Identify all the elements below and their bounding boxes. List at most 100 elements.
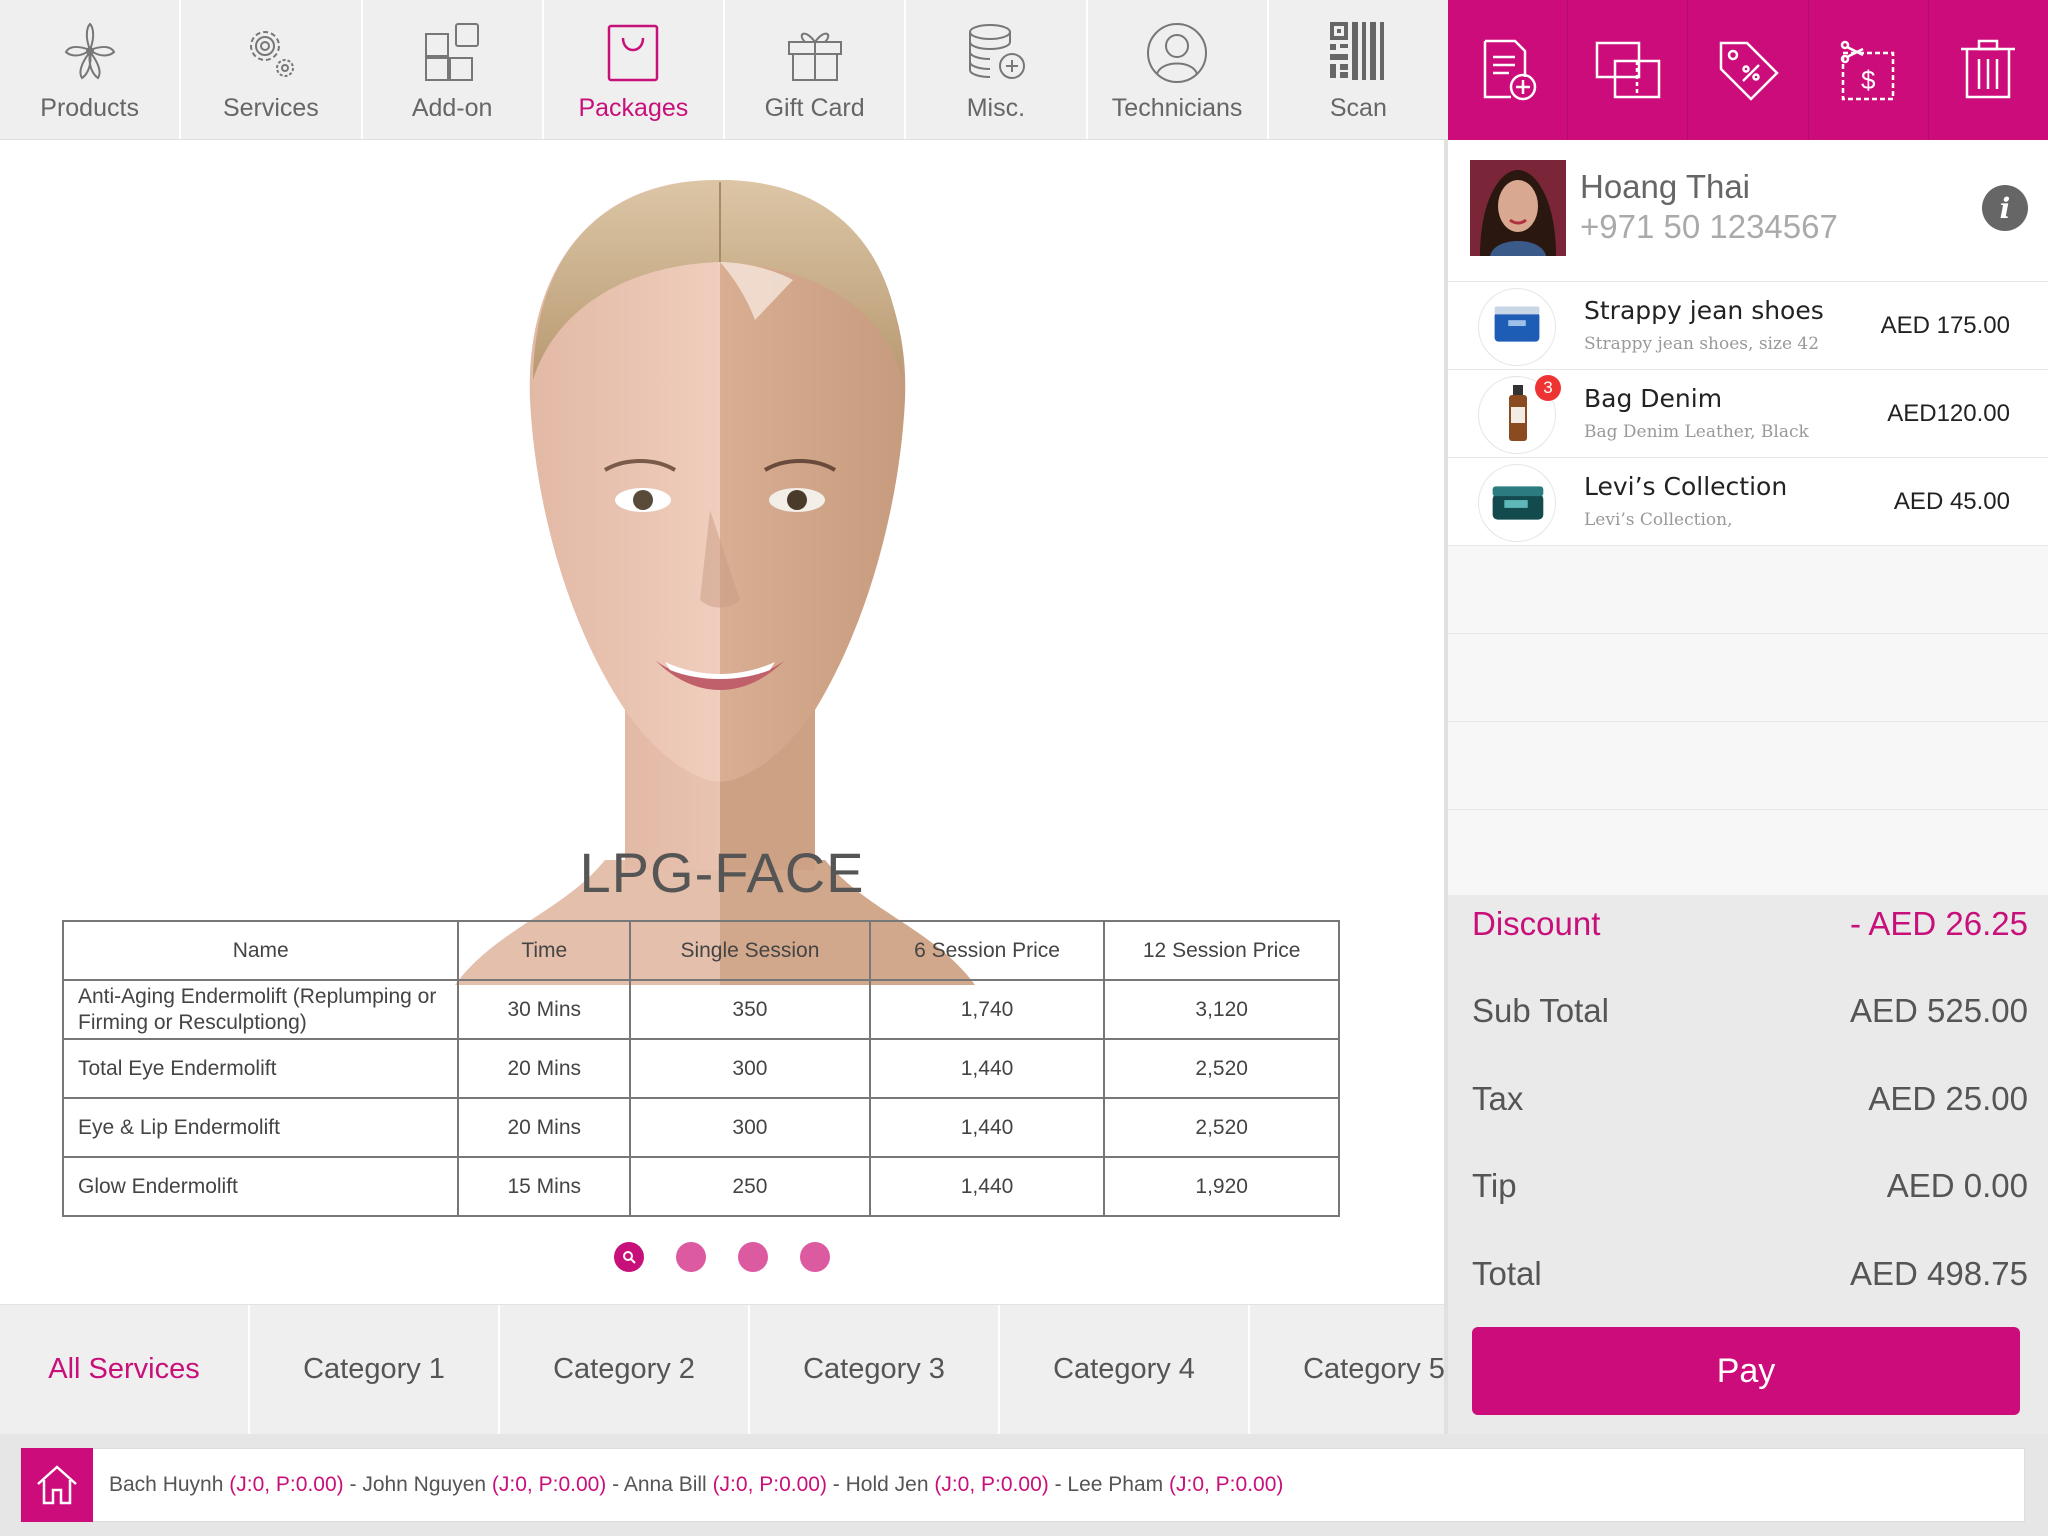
separator: - [612,1473,624,1496]
discount-label: Discount [1472,905,1601,942]
trash-button[interactable] [1929,0,2048,140]
cart-line-item[interactable]: 3 Bag Denim Bag Denim Leather, Black AED… [1448,370,2048,458]
technician-stat: (J:0, P:0.00) [491,1473,607,1496]
gift-icon [787,32,842,81]
nav-gift-card[interactable]: Gift Card [725,0,907,139]
subtotal-label: Sub Total [1472,992,1609,1029]
trash-icon [1961,39,2016,99]
pos-app: Products Services Add-on Packages Gift C… [0,0,2048,1536]
top-nav: Products Services Add-on Packages Gift C… [0,0,1448,140]
nav-add-on[interactable]: Add-on [363,0,544,139]
item-name: Levi’s Collection [1584,472,1788,501]
nav-misc[interactable]: Misc. [906,0,1088,139]
category-all-services[interactable]: All Services [0,1305,250,1434]
table-row: Glow Endermolift 15 Mins 250 1,440 1,920 [61,1156,1340,1217]
qr-icon [1330,22,1385,80]
product-thumbnail [1478,288,1556,366]
add-note-button[interactable] [1448,0,1569,140]
info-icon: i [1999,191,2011,225]
svg-text:$: $ [1861,65,1876,95]
tip-label: Tip [1472,1167,1517,1204]
nav-scan[interactable]: Scan [1269,0,1448,139]
discount-button[interactable] [1688,0,1809,140]
table-cell: 3,120 [1103,979,1340,1040]
page-dot-zoom[interactable] [614,1242,644,1272]
nav-label: Scan [1329,94,1387,122]
technician-name[interactable]: Bach Huynh [109,1473,223,1496]
quantity-badge: 3 [1535,375,1561,401]
info-button[interactable]: i [1982,185,2028,231]
home-icon [37,1465,77,1505]
nav-packages[interactable]: Packages [544,0,725,139]
package-price-table: Name Time Single Session 6 Session Price… [61,920,1340,1217]
cart-line-item[interactable]: Strappy jean shoes Strappy jean shoes, s… [1448,282,2048,370]
coupon-icon: $ [1840,40,1895,101]
technician-stat: (J:0, P:0.00) [934,1473,1049,1496]
table-cell: 300 [629,1038,871,1099]
category-5[interactable]: Category 5 [1250,1305,1444,1434]
nav-technicians[interactable]: Technicians [1088,0,1269,139]
table-row: Anti-Aging Endermolift (Replumping or Fi… [61,979,1340,1040]
table-row: Eye & Lip Endermolift 20 Mins 300 1,440 … [61,1097,1340,1158]
nav-products[interactable]: Products [0,0,182,139]
item-name: Strappy jean shoes [1584,296,1824,325]
product-thumbnail [1478,464,1556,542]
split-button[interactable] [1568,0,1689,140]
column-header: 6 Session Price [868,920,1106,981]
category-bar: All Services Category 1 Category 2 Categ… [0,1304,1444,1434]
technician-name[interactable]: Lee Pham [1067,1473,1163,1496]
customer-card[interactable]: Hoang Thai +971 50 1234567 i [1448,140,2048,282]
tax-row: Tax AED 25.00 [1472,1080,2028,1118]
category-1[interactable]: Category 1 [250,1305,500,1434]
separator: - [832,1473,846,1496]
tip-row[interactable]: Tip AED 0.00 [1472,1167,2028,1205]
category-3[interactable]: Category 3 [750,1305,1000,1434]
technician-name[interactable]: John Nguyen [362,1473,486,1496]
tip-value: AED 0.00 [1886,1167,2028,1204]
table-cell: 1,740 [868,979,1106,1040]
blocks-icon [425,23,480,81]
nav-label: Products [40,94,139,122]
product-thumbnail: 3 [1478,375,1561,454]
table-cell: Total Eye Endermolift [61,1038,460,1099]
category-2[interactable]: Category 2 [500,1305,750,1434]
technician-bar: Bach Huynh (J:0, P:0.00) - John Nguyen (… [0,1434,2048,1536]
nav-services[interactable]: Services [181,0,363,139]
category-4[interactable]: Category 4 [1000,1305,1250,1434]
package-detail: LPG-FACE Name Time Single Session 6 Sess… [0,140,1444,1304]
separator: - [349,1473,363,1496]
item-price: AED 175.00 [1880,312,2010,339]
page-dot[interactable] [738,1242,768,1272]
technician-name[interactable]: Anna Bill [624,1473,707,1496]
coupon-button[interactable]: $ [1809,0,1929,140]
pay-button[interactable]: Pay [1472,1327,2020,1415]
cart-panel: Hoang Thai +971 50 1234567 i Strappy jea… [1448,140,2048,1434]
discount-row: Discount - AED 26.25 [1472,905,2028,943]
discount-tag-icon [1719,41,1779,101]
table-cell: 300 [629,1097,871,1158]
technician-strip: Bach Huynh (J:0, P:0.00) - John Nguyen (… [20,1448,2025,1522]
table-cell: 2,520 [1103,1097,1340,1158]
cart-line-item[interactable]: Levi’s Collection Levi’s Collection, AED… [1448,458,2048,546]
column-header: Name [61,920,460,981]
discount-value: - AED 26.25 [1850,905,2028,942]
item-description: Levi’s Collection, [1584,510,1733,530]
cart-action-bar: $ [1448,0,2048,140]
table-cell: Eye & Lip Endermolift [61,1097,460,1158]
technician-list: Bach Huynh (J:0, P:0.00) - John Nguyen (… [93,1473,1283,1497]
table-cell: 1,440 [868,1097,1106,1158]
item-price: AED 45.00 [1893,488,2010,515]
customer-phone: +971 50 1234567 [1580,208,1838,245]
page-dot[interactable] [676,1242,706,1272]
technician-name[interactable]: Hold Jen [846,1473,929,1496]
separator: - [1054,1473,1068,1496]
subtotal-value: AED 525.00 [1850,992,2028,1029]
split-icon [1595,41,1661,99]
home-button[interactable] [21,1448,93,1522]
table-cell: 30 Mins [457,979,632,1040]
table-cell: 20 Mins [457,1038,632,1099]
table-row: Total Eye Endermolift 20 Mins 300 1,440 … [61,1038,1340,1099]
empty-cart-row [1448,546,2048,634]
table-cell: Glow Endermolift [61,1156,460,1217]
page-dot[interactable] [800,1242,830,1272]
